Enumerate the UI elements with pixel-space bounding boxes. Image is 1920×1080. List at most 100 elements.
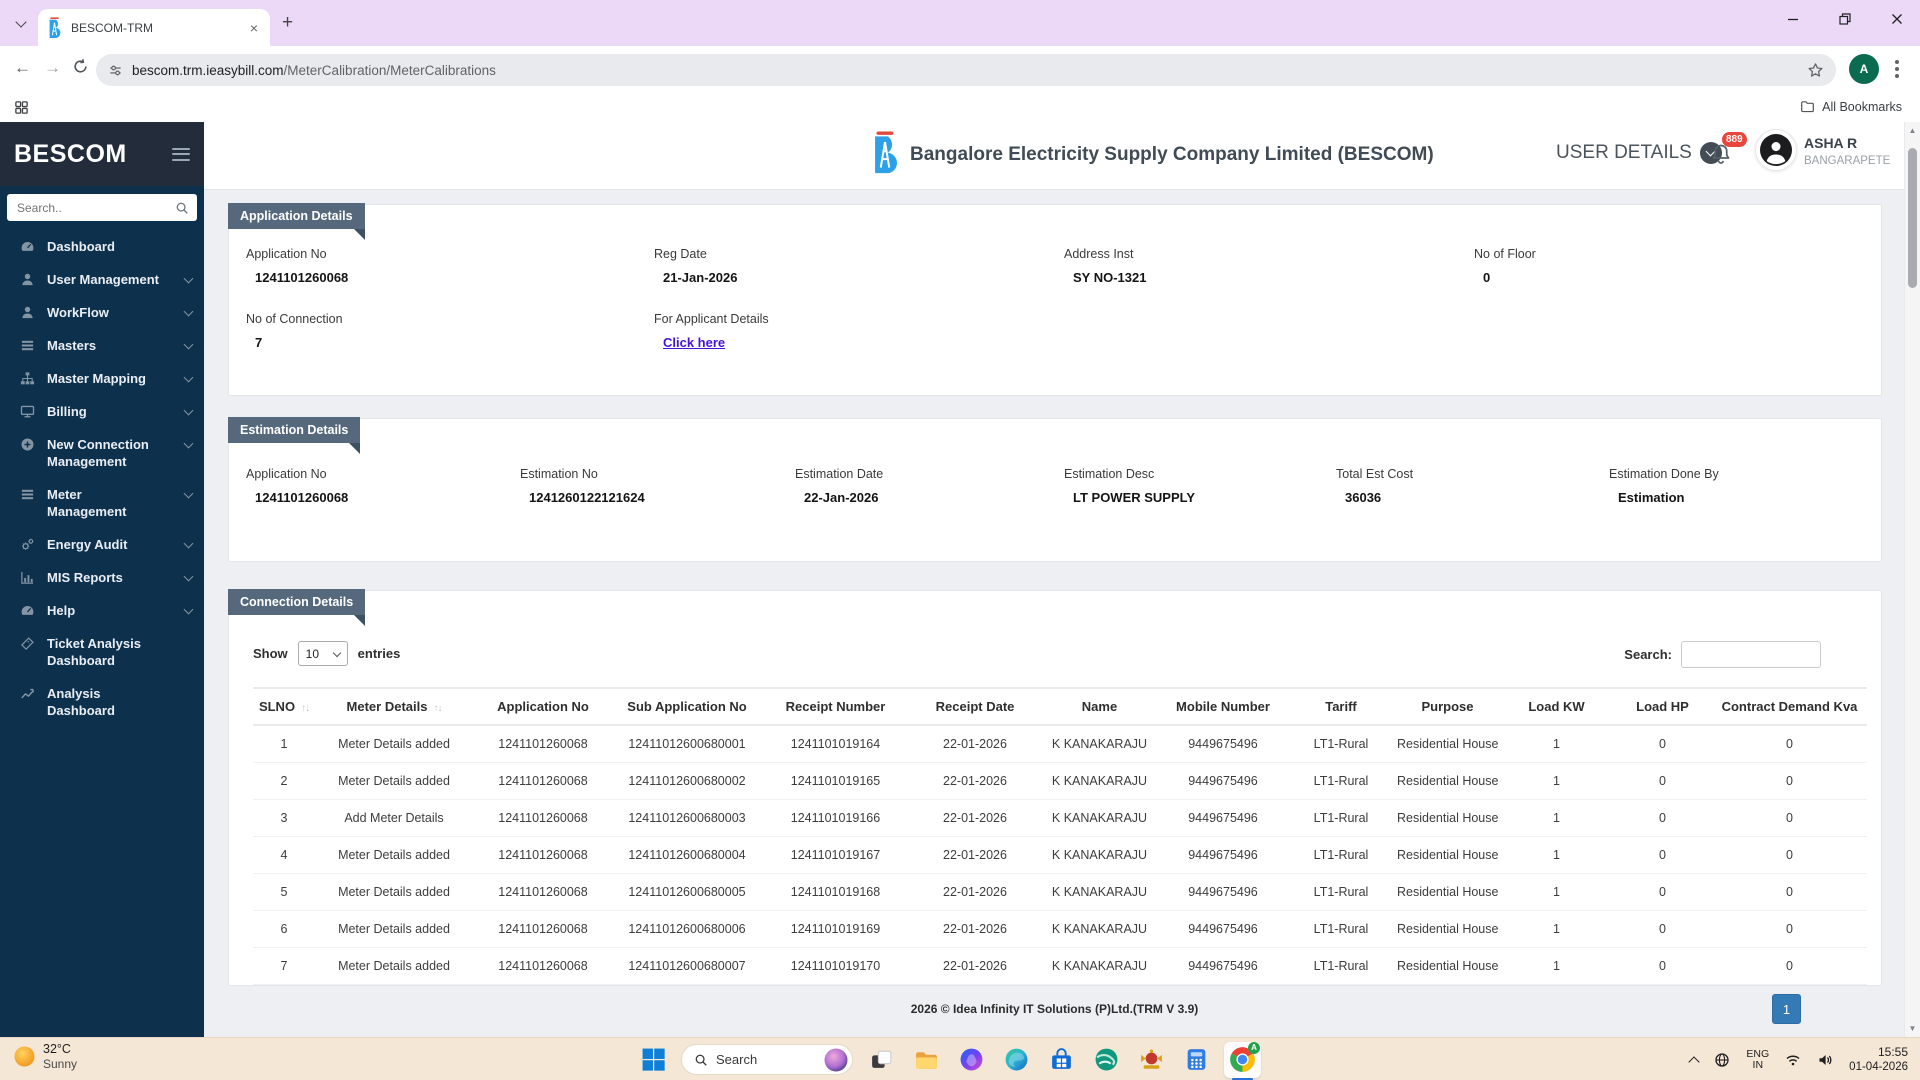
sort-icon[interactable] bbox=[301, 703, 309, 714]
taskbar-app-button[interactable] bbox=[999, 1043, 1033, 1077]
application-details-card: Application Details Application No 12411… bbox=[228, 203, 1882, 396]
taskbar-app-button[interactable] bbox=[1044, 1043, 1078, 1077]
bing-daily-image[interactable] bbox=[824, 1048, 848, 1072]
sidebar-item[interactable]: WorkFlow bbox=[0, 296, 204, 329]
user-name: ASHA R bbox=[1804, 135, 1858, 151]
field-value[interactable]: Click here bbox=[654, 335, 1064, 350]
taskbar-app-button[interactable] bbox=[1179, 1043, 1213, 1077]
page-size-select[interactable]: 10 bbox=[297, 641, 348, 666]
reload-button[interactable] bbox=[72, 58, 89, 75]
window-restore-button[interactable] bbox=[1832, 6, 1858, 32]
site-settings-icon[interactable] bbox=[108, 63, 123, 78]
vertical-scrollbar[interactable]: ▲ ▼ bbox=[1904, 122, 1920, 1037]
taskbar-app-button[interactable] bbox=[954, 1043, 988, 1077]
meter-details-link[interactable]: Meter Details added bbox=[315, 762, 473, 800]
bookmark-star-icon[interactable] bbox=[1807, 62, 1824, 79]
calculator-icon bbox=[1184, 1047, 1209, 1072]
start-button[interactable] bbox=[636, 1043, 670, 1077]
column-header[interactable]: Contract Demand Kva bbox=[1712, 687, 1867, 726]
column-header[interactable]: Receipt Number bbox=[761, 687, 910, 726]
column-header[interactable]: Load HP bbox=[1613, 687, 1712, 726]
field-value: 22-Jan-2026 bbox=[804, 490, 879, 505]
column-header[interactable]: Purpose bbox=[1395, 687, 1500, 726]
sidebar-item[interactable]: Dashboard bbox=[0, 230, 204, 263]
sidebar-item[interactable]: Analysis Dashboard bbox=[0, 677, 204, 727]
window-close-button[interactable] bbox=[1884, 6, 1910, 32]
sidebar-item[interactable]: Ticket Analysis Dashboard bbox=[0, 627, 204, 677]
browser-profile-avatar[interactable]: A bbox=[1849, 54, 1879, 84]
taskbar-app-button[interactable] bbox=[1134, 1043, 1168, 1077]
back-button[interactable]: ← bbox=[14, 58, 31, 78]
meter-details-link[interactable]: Meter Details added bbox=[315, 910, 473, 948]
pagination-page-1[interactable]: 1 bbox=[1772, 994, 1801, 1024]
column-header[interactable]: Application No bbox=[473, 687, 613, 726]
sort-icon[interactable] bbox=[433, 703, 441, 714]
sidebar-item[interactable]: Masters bbox=[0, 329, 204, 362]
sidebar-item[interactable]: Energy Audit bbox=[0, 528, 204, 561]
language-indicator[interactable]: ENG IN bbox=[1746, 1048, 1769, 1071]
tab-close-icon[interactable]: × bbox=[246, 20, 262, 36]
field-value: 1241101260068 bbox=[255, 490, 349, 505]
sidebar-item[interactable]: New Connection Management bbox=[0, 428, 204, 478]
column-header[interactable]: Tariff bbox=[1287, 687, 1395, 726]
chevron-down-icon bbox=[15, 15, 27, 28]
meter-details-link[interactable]: Add Meter Details bbox=[315, 799, 473, 837]
browser-menu-icon[interactable] bbox=[1895, 60, 1899, 64]
cell-name: K KANAKARAJU bbox=[1040, 873, 1159, 911]
column-header[interactable]: Receipt Date bbox=[910, 687, 1040, 726]
all-bookmarks-button[interactable]: All Bookmarks bbox=[1800, 99, 1902, 114]
taskbar-search[interactable]: Search bbox=[681, 1044, 853, 1075]
cell-mobile: 9449675496 bbox=[1159, 910, 1287, 948]
volume-icon[interactable] bbox=[1817, 1052, 1833, 1068]
scroll-up-icon[interactable]: ▲ bbox=[1905, 126, 1920, 135]
meter-details-link[interactable]: Meter Details added bbox=[315, 725, 473, 763]
column-header[interactable]: Sub Application No bbox=[613, 687, 761, 726]
clock-widget[interactable]: 15:55 01-04-2026 bbox=[1849, 1045, 1908, 1075]
sidebar-search-input[interactable] bbox=[15, 199, 169, 216]
section-title: Application Details bbox=[228, 203, 365, 240]
meter-details-link[interactable]: Meter Details added bbox=[315, 873, 473, 911]
apps-grid-icon[interactable] bbox=[14, 100, 29, 115]
sidebar-item[interactable]: MIS Reports bbox=[0, 561, 204, 594]
hamburger-icon[interactable] bbox=[172, 144, 190, 164]
sidebar-item[interactable]: Billing bbox=[0, 395, 204, 428]
estimation-details-card: Estimation Details Application No 124110… bbox=[228, 417, 1882, 562]
cell-contract-demand-kva: 0 bbox=[1712, 725, 1867, 763]
scroll-down-icon[interactable]: ▼ bbox=[1905, 1024, 1920, 1033]
cell-name: K KANAKARAJU bbox=[1040, 725, 1159, 763]
column-header[interactable]: Meter Details bbox=[315, 687, 473, 726]
new-tab-button[interactable]: + bbox=[282, 12, 293, 34]
sidebar-item[interactable]: Help bbox=[0, 594, 204, 627]
browser-tab[interactable]: BESCOM-TRM × bbox=[38, 9, 270, 46]
meter-details-link[interactable]: Meter Details added bbox=[315, 836, 473, 874]
globe-icon[interactable] bbox=[1714, 1052, 1730, 1068]
meter-details-link[interactable]: Meter Details added bbox=[315, 947, 473, 985]
sidebar-item[interactable]: Master Mapping bbox=[0, 362, 204, 395]
user-avatar[interactable] bbox=[1756, 130, 1796, 170]
wifi-icon[interactable] bbox=[1785, 1052, 1801, 1068]
column-header[interactable]: Name bbox=[1040, 687, 1159, 726]
weather-widget[interactable]: 32°C Sunny bbox=[14, 1042, 77, 1071]
column-header[interactable]: SLNO bbox=[253, 687, 315, 726]
bescom-logo-image bbox=[868, 130, 902, 174]
sidebar-search bbox=[7, 194, 197, 221]
table-search-input[interactable] bbox=[1681, 641, 1821, 668]
taskbar-app-button[interactable] bbox=[909, 1043, 943, 1077]
tab-search-button[interactable] bbox=[8, 11, 34, 35]
url-bar[interactable]: bescom.trm.ieasybill.com/MeterCalibratio… bbox=[96, 54, 1836, 86]
user-details-dropdown[interactable]: USER DETAILS bbox=[1556, 142, 1722, 164]
sidebar-item[interactable]: User Management bbox=[0, 263, 204, 296]
chrome-taskbar-button[interactable]: A bbox=[1224, 1041, 1261, 1080]
column-header[interactable]: Mobile Number bbox=[1159, 687, 1287, 726]
taskbar-app-button[interactable] bbox=[1089, 1043, 1123, 1077]
sidebar-item[interactable]: Meter Management bbox=[0, 478, 204, 528]
column-header[interactable]: Load KW bbox=[1500, 687, 1613, 726]
notifications-button[interactable]: 889 bbox=[1708, 132, 1756, 180]
tray-chevron-up-icon[interactable] bbox=[1688, 1055, 1701, 1068]
search-icon[interactable] bbox=[175, 201, 189, 215]
scrollbar-thumb[interactable] bbox=[1908, 148, 1917, 288]
field-label: Reg Date bbox=[654, 247, 707, 261]
window-minimize-button[interactable] bbox=[1780, 6, 1806, 32]
forward-button[interactable]: → bbox=[44, 58, 61, 78]
taskbar-app-button[interactable] bbox=[864, 1043, 898, 1077]
